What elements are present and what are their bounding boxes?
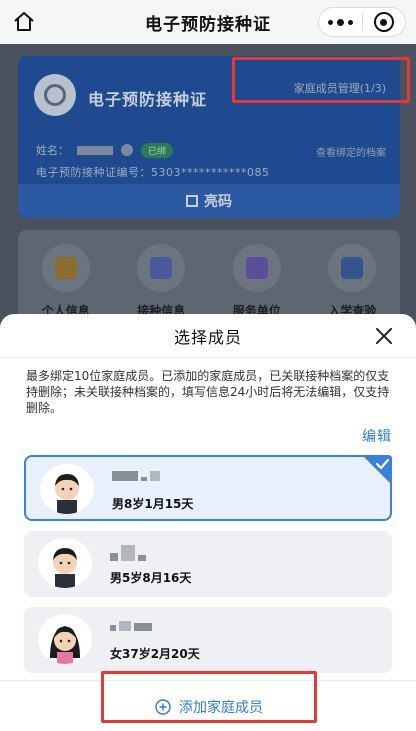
- member-card[interactable]: 男5岁8月16天: [24, 531, 392, 597]
- masked-member-name: [110, 545, 146, 561]
- masked-member-name: [110, 621, 152, 631]
- name-row: 姓名： 已绑: [36, 142, 174, 158]
- boy-avatar-icon: [40, 464, 94, 514]
- name-label: 姓名：: [36, 144, 69, 157]
- highlight-box-add-member: [101, 671, 317, 723]
- edit-button[interactable]: 编辑: [362, 426, 392, 446]
- show-code-label: 亮码: [204, 194, 232, 210]
- nav-bar: 电子预防接种证: [0, 0, 416, 44]
- sheet-header: 选择成员: [0, 314, 416, 358]
- more-dots-icon[interactable]: [319, 8, 362, 36]
- member-card[interactable]: 男8岁1月15天: [24, 455, 392, 521]
- show-code-button[interactable]: 亮码: [18, 184, 400, 218]
- binding-notice: 最多绑定10位家庭成员。已添加的家庭成员，已关联接种档案的仅支持删除；未关联接种…: [26, 369, 390, 415]
- member-age: 男8岁1月15天: [112, 497, 194, 511]
- function-grid: 个人信息 接种信息 服务单位 入学查验: [18, 230, 400, 320]
- cert-number: 电子预防接种证编号：5303***********085: [36, 166, 270, 179]
- qr-code-icon: [186, 195, 198, 207]
- member-age: 女37岁2月20天: [110, 647, 200, 661]
- select-member-sheet: 选择成员 最多绑定10位家庭成员。已添加的家庭成员，已关联接种档案的仅支持删除；…: [0, 314, 416, 731]
- selected-check-icon: [362, 455, 392, 485]
- id-card-icon: [41, 244, 90, 292]
- building-icon: [232, 244, 281, 292]
- card-title: 电子预防接种证: [88, 90, 208, 109]
- masked-name: [77, 145, 113, 155]
- syringe-icon: [137, 244, 186, 292]
- mini-program-capsule: [318, 7, 406, 37]
- home-icon[interactable]: [12, 10, 36, 34]
- member-age: 男5岁8月16天: [110, 571, 192, 585]
- woman-avatar-icon: [38, 614, 92, 664]
- graduation-cap-icon: [328, 244, 377, 292]
- emblem-icon: [34, 74, 76, 116]
- sheet-title: 选择成员: [173, 327, 242, 347]
- bound-records-link[interactable]: 查看绑定的档案: [316, 144, 386, 159]
- masked-member-name: [112, 471, 160, 481]
- highlight-box-family-manage: [232, 57, 410, 103]
- grid-item-vaccination-info[interactable]: 接种信息: [121, 244, 201, 320]
- member-card[interactable]: 女37岁2月20天: [24, 607, 392, 673]
- verified-icon: [121, 144, 133, 156]
- mini-close-icon[interactable]: [363, 8, 406, 36]
- grid-item-service-unit[interactable]: 服务单位: [217, 244, 297, 320]
- bound-badge: 已绑: [141, 142, 174, 158]
- close-icon[interactable]: [372, 324, 396, 348]
- page-title: 电子预防接种证: [145, 14, 271, 35]
- grid-item-personal-info[interactable]: 个人信息: [26, 244, 106, 320]
- boy-avatar-icon: [38, 538, 92, 588]
- grid-item-school-check[interactable]: 入学查验: [312, 244, 392, 320]
